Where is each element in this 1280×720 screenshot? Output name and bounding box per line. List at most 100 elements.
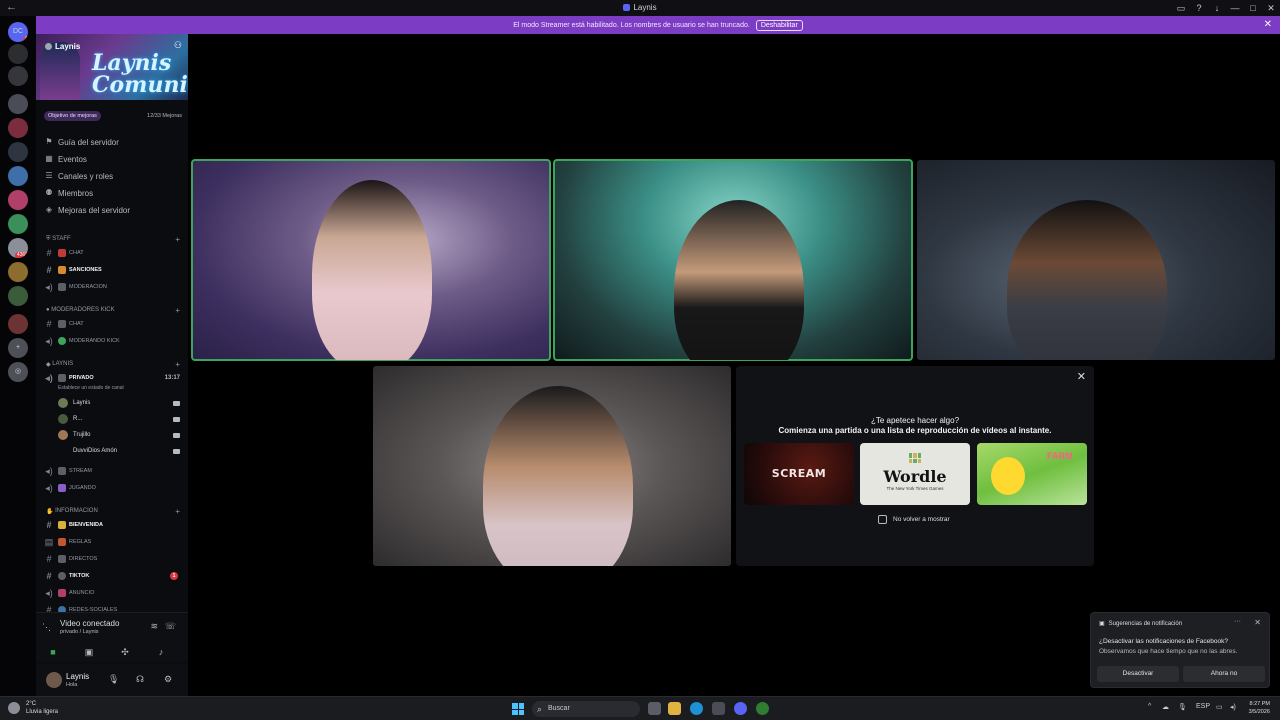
server-icon[interactable]	[8, 118, 28, 138]
voice-user[interactable]: R...	[58, 412, 180, 426]
add-channel-icon[interactable]: +	[175, 306, 180, 315]
file-explorer-icon[interactable]	[668, 702, 681, 715]
server-icon[interactable]	[8, 214, 28, 234]
camera-icon[interactable]: ■	[46, 646, 60, 658]
invite-icon[interactable]: ⚇	[174, 40, 182, 51]
voice-channel-path[interactable]: privado / Laynis	[60, 629, 99, 635]
close-icon[interactable]: ✕	[1254, 618, 1261, 627]
category-laynis[interactable]: ◆ LAYNIS +	[46, 359, 180, 369]
add-server-icon[interactable]: +	[8, 338, 28, 358]
task-view-icon[interactable]	[648, 702, 661, 715]
headphones-icon[interactable]: ☊	[136, 674, 144, 685]
channel-reglas[interactable]: ▤ REGLAS	[44, 535, 180, 549]
edge-icon[interactable]	[690, 702, 703, 715]
channel-anuncio[interactable]: ◂) ANUNCIO	[44, 586, 180, 600]
close-window-button[interactable]: ✕	[1262, 0, 1280, 16]
channel-bienvenida[interactable]: # BIENVENIDA	[44, 518, 180, 532]
checkbox[interactable]	[878, 515, 887, 524]
server-icon[interactable]	[8, 94, 28, 114]
menu-members[interactable]: ⚉ Miembros	[44, 185, 93, 201]
disconnect-icon[interactable]: ☏	[165, 621, 176, 632]
banner-close-icon[interactable]: ✕	[1264, 19, 1272, 30]
server-icon[interactable]	[8, 166, 28, 186]
server-banner[interactable]: Laynis Comunity Laynis ⚇	[36, 34, 188, 100]
help-icon[interactable]: ?	[1190, 0, 1208, 16]
channel-sanciones[interactable]: # SANCIONES	[44, 263, 180, 277]
menu-server-guide[interactable]: ⚑ Guía del servidor	[44, 134, 119, 150]
channel-moderando-kick[interactable]: ◂) MODERANDO KICK	[44, 334, 180, 348]
channel-mods-chat[interactable]: # CHAT	[44, 317, 180, 331]
more-icon[interactable]: ···	[1234, 618, 1241, 625]
channel-directos[interactable]: # DIRECTOS	[44, 552, 180, 566]
inbox-icon[interactable]: ▭	[1172, 0, 1190, 16]
minimize-button[interactable]: —	[1226, 0, 1244, 16]
close-icon[interactable]: ✕	[1077, 370, 1086, 383]
download-icon[interactable]: ↓	[1208, 0, 1226, 16]
start-icon[interactable]	[512, 703, 524, 715]
taskbar-search[interactable]: Buscar	[532, 701, 640, 717]
category-moderadores-kick[interactable]: ● MODERADORES KICK +	[46, 305, 180, 315]
server-name[interactable]: Laynis	[45, 42, 80, 51]
activity-scream[interactable]: SCREAM	[744, 443, 854, 505]
category-staff[interactable]: ⛨ STAFF +	[46, 234, 180, 244]
signal-icon[interactable]: ⋱	[42, 622, 51, 633]
network-icon[interactable]: ▭	[1216, 703, 1223, 711]
noise-suppression-icon[interactable]: ≋	[150, 621, 158, 632]
add-channel-icon[interactable]: +	[175, 360, 180, 369]
not-now-button[interactable]: Ahora no	[1183, 666, 1265, 682]
voice-user[interactable]: Laynis	[58, 396, 180, 410]
channel-moderacion[interactable]: ◂) MODERACION	[44, 280, 180, 294]
activity-wordle[interactable]: Wordle The New York Times Games	[860, 443, 970, 505]
add-channel-icon[interactable]: +	[175, 507, 180, 516]
chevron-up-icon[interactable]: ^	[1148, 703, 1151, 710]
cloud-icon[interactable]: ☁	[1162, 703, 1169, 711]
microphone-icon[interactable]: 🎙	[1178, 703, 1187, 711]
channel-tiktok[interactable]: # TIKTOK 1	[44, 569, 180, 583]
server-icon[interactable]	[8, 142, 28, 162]
category-informacion[interactable]: ✋ INFORMACION +	[46, 506, 180, 516]
menu-channels-roles[interactable]: ☰ Canales y roles	[44, 168, 113, 184]
discord-icon[interactable]	[734, 702, 747, 715]
menu-events[interactable]: ▦ Eventos	[44, 151, 87, 167]
video-tile[interactable]	[191, 159, 551, 361]
dont-show-again[interactable]: No volver a mostrar	[878, 515, 950, 524]
microphone-icon[interactable]: 🎙	[108, 674, 119, 685]
user-name[interactable]: Laynis	[66, 672, 89, 681]
gear-icon[interactable]: ⚙	[164, 674, 172, 685]
taskbar-clock[interactable]: 8:27 PM 3/5/2026	[1249, 700, 1270, 716]
avatar[interactable]	[46, 672, 62, 688]
server-icon[interactable]	[8, 286, 28, 306]
channel-status-prompt[interactable]: Establece un estado de canal	[58, 385, 124, 391]
weather-icon[interactable]	[8, 702, 20, 714]
video-tile[interactable]	[917, 160, 1275, 360]
voice-status-title[interactable]: Video conectado	[60, 619, 119, 628]
channel-privado[interactable]: ◂) PRIVADO 13:17	[44, 371, 180, 385]
voice-user[interactable]: Trujillo	[58, 428, 180, 442]
disable-notifications-button[interactable]: Desactivar	[1097, 666, 1179, 682]
volume-icon[interactable]: ◂)	[1230, 703, 1236, 711]
voice-user[interactable]: DuvviDios Amón	[58, 444, 180, 458]
discover-icon[interactable]: ◎	[8, 362, 28, 382]
store-icon[interactable]	[712, 702, 725, 715]
channel-stream[interactable]: ◂) STREAM	[44, 464, 180, 478]
server-icon[interactable]	[8, 66, 28, 86]
server-icon[interactable]	[8, 190, 28, 210]
video-tile[interactable]	[373, 366, 731, 566]
channel-staff-chat[interactable]: # CHAT	[44, 246, 180, 260]
server-icon[interactable]: 4368	[8, 238, 28, 258]
server-icon[interactable]	[8, 262, 28, 282]
channel-jugando[interactable]: ◂) JUGANDO	[44, 481, 180, 495]
screen-share-icon[interactable]: ▣	[82, 646, 96, 658]
add-channel-icon[interactable]: +	[175, 235, 180, 244]
menu-server-boosts[interactable]: ◈ Mejoras del servidor	[44, 202, 130, 218]
activities-icon[interactable]: ✣	[118, 646, 132, 658]
chrome-icon[interactable]	[756, 702, 769, 715]
disable-streamer-button[interactable]: Deshabilitar	[755, 19, 803, 31]
boost-progress[interactable]: Objetivo de mejoras 12/33 Mejoras	[44, 110, 182, 122]
server-icon[interactable]	[8, 314, 28, 334]
maximize-button[interactable]: □	[1244, 0, 1262, 16]
soundboard-icon[interactable]: ♪	[154, 646, 168, 658]
home-icon[interactable]: DC 8	[8, 22, 28, 42]
weather-widget[interactable]: 2°C Lluvia ligera	[26, 700, 58, 716]
video-tile[interactable]	[553, 159, 913, 361]
